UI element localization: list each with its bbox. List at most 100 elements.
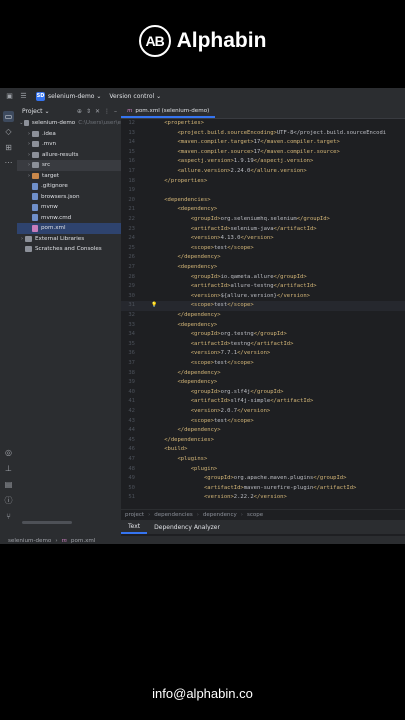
code-line[interactable]: 40 <groupId>org.slf4j</groupId> xyxy=(121,388,405,398)
code-line[interactable]: 14 <maven.compiler.target>17</maven.comp… xyxy=(121,138,405,148)
tree-items: › .idea › .mvn › allure-results › src › target .gi… xyxy=(17,129,121,234)
code-line[interactable]: 43 <scope>test</scope> xyxy=(121,417,405,427)
more-icon[interactable]: ⋯ xyxy=(3,157,14,168)
collapse-icon[interactable]: ⇕ xyxy=(86,108,91,115)
code-line[interactable]: 27 <dependency> xyxy=(121,263,405,273)
external-libraries-label: External Libraries xyxy=(35,235,85,242)
breadcrumb-item[interactable]: dependencies xyxy=(154,512,192,518)
terminal-icon[interactable]: ▤ xyxy=(3,479,14,490)
status-file[interactable]: pom.xml xyxy=(71,538,96,544)
code-line[interactable]: 45 </dependencies> xyxy=(121,436,405,446)
problems-icon[interactable]: ⓘ xyxy=(3,495,14,506)
code-line[interactable]: 23 <artifactId>selenium-java</artifactId… xyxy=(121,225,405,235)
app-menu-icon[interactable]: ▣ xyxy=(5,92,14,101)
code-line[interactable]: 19 xyxy=(121,186,405,196)
code-text: </dependency> xyxy=(177,312,221,318)
code-line[interactable]: 42 <version>2.0.7</version> xyxy=(121,407,405,417)
code-line[interactable]: 21 <dependency> xyxy=(121,205,405,215)
breadcrumb-item[interactable]: project xyxy=(125,512,144,518)
version-control-menu[interactable]: Version control ⌄ xyxy=(109,93,161,100)
scratches-and-consoles[interactable]: Scratches and Consoles xyxy=(17,244,121,255)
line-number: 19 xyxy=(128,187,135,194)
tab-text[interactable]: Text xyxy=(121,520,148,534)
code-line[interactable]: 49 <groupId>org.apache.maven.plugins</gr… xyxy=(121,474,405,484)
structure-icon[interactable]: ⊞ xyxy=(3,142,14,153)
code-line[interactable]: 12 <properties> xyxy=(121,119,405,129)
code-line[interactable]: 25 <scope>test</scope> xyxy=(121,244,405,254)
project-panel-header: Project ⌄ ⊕ ⇕ ✕ ⋮ – xyxy=(22,107,117,115)
code-line[interactable]: 31 💡 <scope>test</scope> xyxy=(121,301,405,311)
tree-item[interactable]: .gitignore xyxy=(17,181,121,192)
tree-item[interactable]: › .mvn xyxy=(17,139,121,150)
code-line[interactable]: 35 <artifactId>testng</artifactId> xyxy=(121,340,405,350)
code-text: <artifactId>allure-testng</artifactId> xyxy=(190,283,317,290)
code-line[interactable]: 13 <project.build.sourceEncoding>UTF-8</… xyxy=(121,129,405,139)
code-line[interactable]: 44 </dependency> xyxy=(121,426,405,436)
project-badge[interactable]: SD xyxy=(36,91,45,101)
code-line[interactable]: 34 <groupId>org.testng</groupId> xyxy=(121,330,405,340)
tree-root[interactable]: ⌄ selenium-demo C:\Users\user\e xyxy=(17,118,121,129)
code-line[interactable]: 28 <groupId>io.qameta.allure</groupId> xyxy=(121,273,405,283)
external-libraries[interactable]: › External Libraries xyxy=(17,234,121,245)
footer-email[interactable]: info@alphabin.co xyxy=(0,686,405,701)
hamburger-menu-icon[interactable]: ☰ xyxy=(19,92,28,101)
code-area[interactable]: 12 <properties> 13 <project.build.sourceE… xyxy=(121,119,405,509)
code-line[interactable]: 46 <build> xyxy=(121,445,405,455)
code-line[interactable]: 17 <allure.version>2.24.0</allure.versio… xyxy=(121,167,405,177)
tab-pom-xml[interactable]: m pom.xml (selenium-demo) xyxy=(121,105,216,118)
code-line[interactable]: 24 <version>4.13.0</version> xyxy=(121,234,405,244)
tab-dependency-analyzer[interactable]: Dependency Analyzer xyxy=(147,520,227,534)
locate-icon[interactable]: ⊕ xyxy=(77,108,82,115)
code-line[interactable]: 29 <artifactId>allure-testng</artifactId… xyxy=(121,282,405,292)
code-line[interactable]: 48 <plugin> xyxy=(121,465,405,475)
code-line[interactable]: 26 </dependency> xyxy=(121,253,405,263)
tree-item[interactable]: mvnw.cmd xyxy=(17,213,121,224)
code-line[interactable]: 30 <version>${allure.version}</version> xyxy=(121,292,405,302)
tree-item[interactable]: browsers.json xyxy=(17,192,121,203)
breadcrumb-item[interactable]: dependency xyxy=(203,512,237,518)
code-line[interactable]: 50 <artifactId>maven-surefire-plugin</ar… xyxy=(121,484,405,494)
options-icon[interactable]: ⋮ xyxy=(104,108,110,115)
minimize-icon[interactable]: – xyxy=(114,108,117,115)
code-line[interactable]: 47 <plugins> xyxy=(121,455,405,465)
code-text: <dependency> xyxy=(177,264,218,270)
code-line[interactable]: 18 </properties> xyxy=(121,177,405,187)
tree-item[interactable]: › .idea xyxy=(17,129,121,140)
code-line[interactable]: 33 <dependency> xyxy=(121,321,405,331)
code-line[interactable]: 16 <aspectj.version>1.9.19</aspectj.vers… xyxy=(121,157,405,167)
commit-icon[interactable]: ◇ xyxy=(3,126,14,137)
code-line[interactable]: 22 <groupId>org.seleniumhq.selenium</gro… xyxy=(121,215,405,225)
project-folder-icon[interactable]: ▭ xyxy=(3,111,14,122)
code-line[interactable]: 15 <maven.compiler.source>17</maven.comp… xyxy=(121,148,405,158)
services-icon[interactable]: ◎ xyxy=(3,447,14,458)
code-text: <groupId>org.apache.maven.plugins</group… xyxy=(203,475,347,482)
tree-item[interactable]: › src xyxy=(17,160,121,171)
code-line[interactable]: 20 <dependencies> xyxy=(121,196,405,206)
chevron-down-icon[interactable]: ⌄ xyxy=(19,120,24,126)
tree-item[interactable]: › target xyxy=(17,171,121,182)
project-panel-title[interactable]: Project xyxy=(22,108,43,115)
horizontal-scrollbar[interactable] xyxy=(22,521,72,524)
scratches-label: Scratches and Consoles xyxy=(35,246,102,253)
tree-item[interactable]: › allure-results xyxy=(17,150,121,161)
build-icon[interactable]: ⊥ xyxy=(3,463,14,474)
tree-item[interactable]: mvnw xyxy=(17,202,121,213)
status-bar: selenium-demo › m pom.xml xyxy=(0,536,405,544)
line-number: 27 xyxy=(128,264,135,270)
project-switcher[interactable]: selenium-demo ⌄ xyxy=(48,93,101,100)
code-line[interactable]: 41 <artifactId>slf4j-simple</artifactId> xyxy=(121,397,405,407)
line-number: 40 xyxy=(128,388,135,395)
code-line[interactable]: 38 </dependency> xyxy=(121,369,405,379)
code-text: <project.build.sourceEncoding>UTF-8</pro… xyxy=(177,129,387,136)
code-line[interactable]: 51 <version>2.22.2</version> xyxy=(121,493,405,503)
code-line[interactable]: 39 <dependency> xyxy=(121,378,405,388)
status-project[interactable]: selenium-demo xyxy=(8,538,51,544)
breadcrumb-item[interactable]: scope xyxy=(247,512,263,518)
git-icon[interactable]: ⑂ xyxy=(3,511,14,522)
code-line[interactable]: 37 <scope>test</scope> xyxy=(121,359,405,369)
tree-item[interactable]: pom.xml xyxy=(17,223,121,234)
code-line[interactable]: 32 </dependency> xyxy=(121,311,405,321)
code-line[interactable]: 36 <version>7.7.1</version> xyxy=(121,349,405,359)
line-number: 33 xyxy=(128,321,135,328)
close-panel-icon[interactable]: ✕ xyxy=(95,108,100,115)
